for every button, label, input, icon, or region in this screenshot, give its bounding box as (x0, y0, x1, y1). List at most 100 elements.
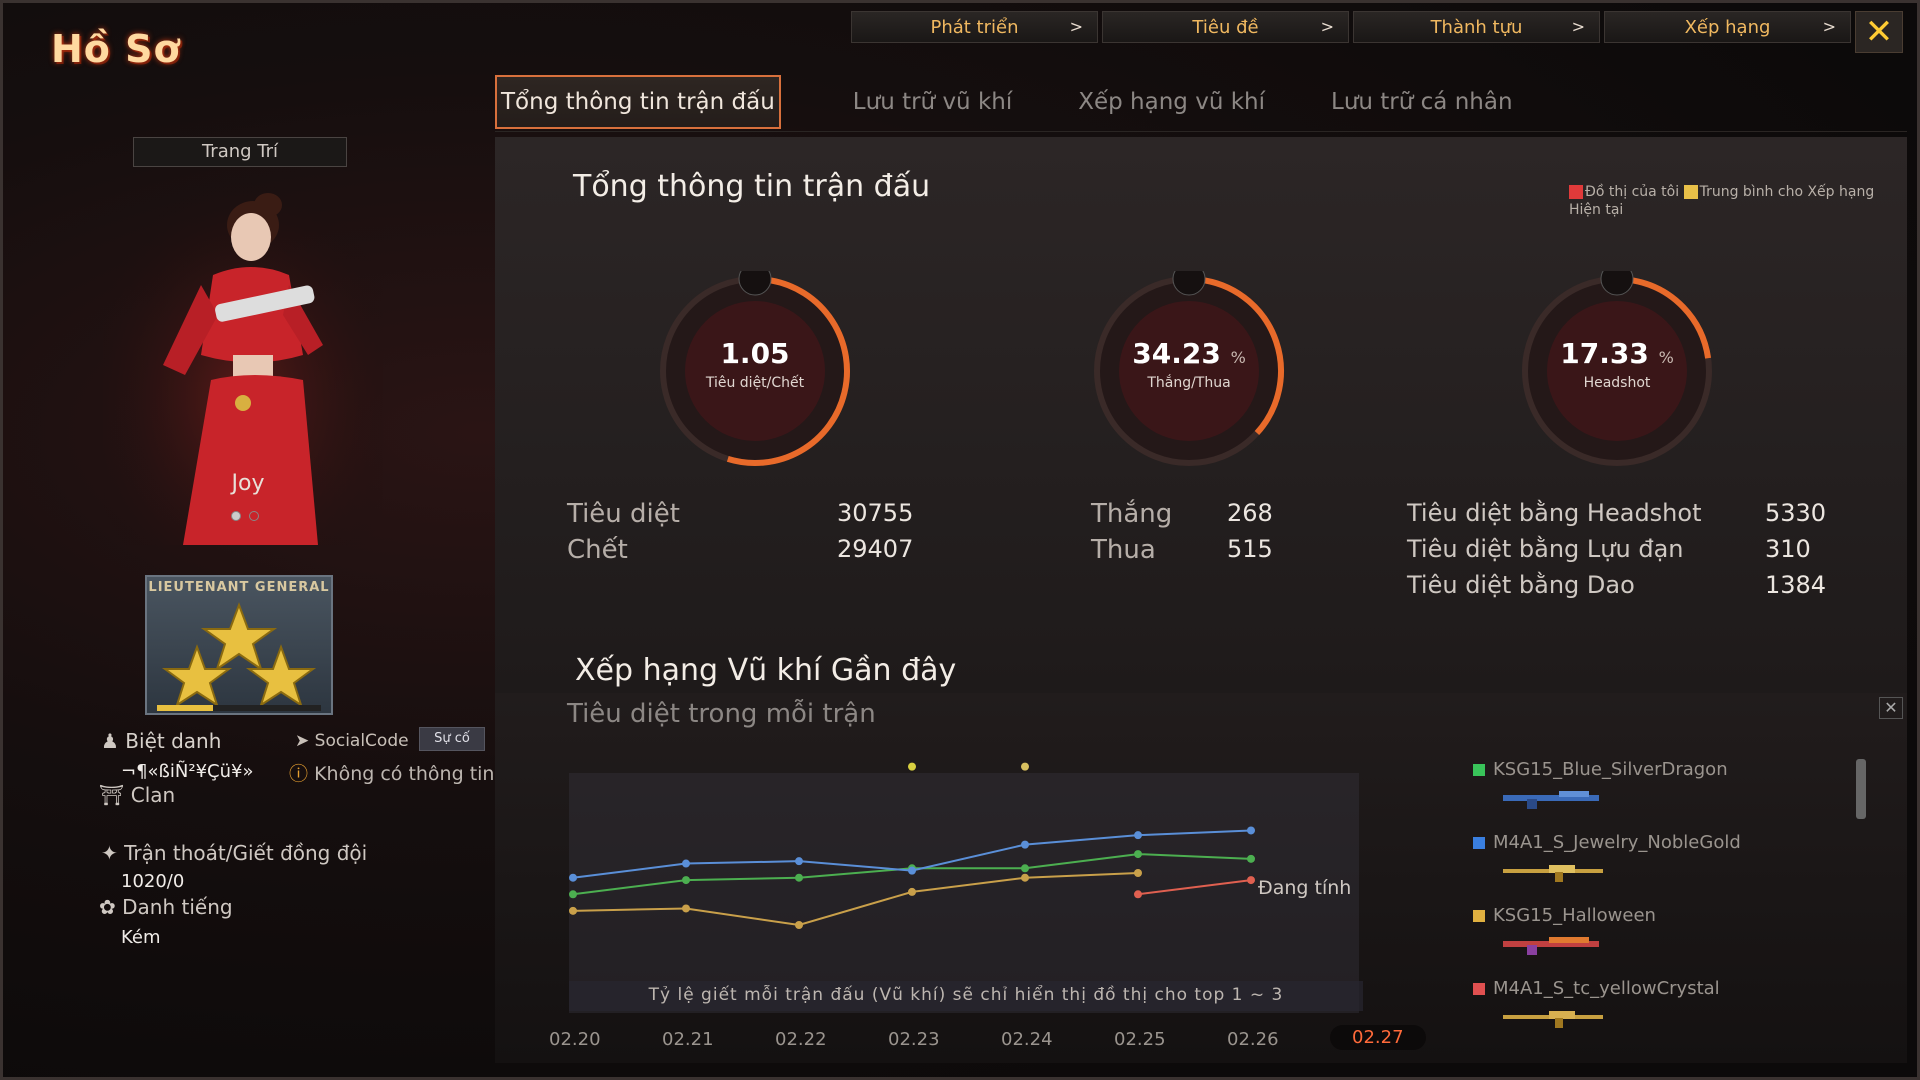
data-point (1021, 873, 1029, 882)
chevron-right-icon: > (1571, 17, 1585, 36)
character-name: Joy (231, 471, 265, 496)
shotgun-icon (1503, 791, 1599, 809)
gauge-value: 34.23 % (1132, 337, 1246, 370)
character-carousel-dots (231, 511, 259, 521)
chart-close-button[interactable]: ✕ (1879, 697, 1903, 719)
rank-stars-icon (157, 602, 321, 711)
data-point (682, 904, 690, 913)
tab-match-overview[interactable]: Tổng thông tin trận đấu (495, 75, 781, 129)
losses-label: Thua (1091, 535, 1156, 565)
gauge-kd: 1.05 Tiêu diệt/Chết (655, 262, 855, 471)
top-nav-title[interactable]: Tiêu đề > (1102, 11, 1349, 43)
legend-swatch-mine (1569, 185, 1583, 199)
tab-personal-archive[interactable]: Lưu trữ cá nhân (1319, 75, 1525, 129)
chevron-right-icon: > (1069, 17, 1083, 36)
data-point (908, 866, 916, 875)
data-point (795, 857, 803, 866)
data-point (569, 890, 577, 899)
weapon-name: M4A1_S_Jewelry_NobleGold (1493, 832, 1741, 853)
x-tick-label: 02.20 (549, 1029, 601, 1050)
nickname-label: Biệt danh (125, 729, 222, 753)
nickname-value: ¬¶«ßiÑ²¥Çü¥» (121, 761, 254, 782)
data-point (1247, 854, 1255, 863)
top-nav-label: Thành tựu (1430, 16, 1523, 38)
top-nav-ranking[interactable]: Xếp hạng > (1604, 11, 1851, 43)
data-point (569, 873, 577, 882)
shotgun-icon (1503, 937, 1599, 955)
reputation-label: Danh tiếng (122, 895, 233, 919)
gauge-ring (1522, 262, 1712, 466)
data-point (1021, 840, 1029, 849)
socialcode-row: ➤ SocialCode (295, 731, 409, 751)
top-nav-label: Xếp hạng (1684, 16, 1771, 38)
reputation-icon: ✿ (99, 895, 116, 919)
weapon-item[interactable]: M4A1_S_Jewelry_NobleGold (1473, 832, 1783, 905)
reputation-row: ✿ Danh tiếng (99, 895, 233, 919)
gauge-label: Tiêu diệt/Chết (705, 375, 805, 391)
gauge-inner (685, 301, 825, 441)
kills-value: 30755 (837, 499, 914, 527)
gauge-label: Thắng/Thua (1147, 375, 1231, 391)
tab-divider (495, 131, 1907, 132)
wins-value: 268 (1227, 499, 1273, 527)
knife-kills-value: 1384 (1765, 571, 1827, 599)
data-point (1247, 826, 1255, 835)
clan-label: Clan (130, 783, 176, 807)
data-point (795, 873, 803, 882)
headshot-kills-label: Tiêu diệt bằng Headshot (1407, 499, 1702, 527)
headshot-kills-value: 5330 (1765, 499, 1827, 527)
carousel-dot[interactable] (249, 511, 259, 521)
chevron-right-icon: > (1320, 17, 1334, 36)
chart-plot-area (569, 773, 1359, 1013)
tag-icon: ➤ (295, 731, 310, 751)
weapon-item[interactable]: KSG15_Blue_SilverDragon (1473, 759, 1783, 832)
top-nav-development[interactable]: Phát triển > (851, 11, 1098, 43)
report-button[interactable]: Sự cố (419, 727, 485, 751)
carousel-dot[interactable] (231, 511, 241, 521)
weapon-list-scrollbar[interactable] (1856, 759, 1866, 819)
top-nav: Phát triển > Tiêu đề > Thành tựu > Xếp hạng… (851, 11, 1851, 43)
weapon-chart-title: Xếp hạng Vũ khí Gần đây (575, 653, 957, 688)
data-point (1247, 876, 1255, 885)
escape-label: Trận thoát/Giết đồng đội (124, 841, 368, 865)
x-tick-label[interactable]: 02.27 (1330, 1025, 1426, 1050)
data-point (1134, 869, 1142, 877)
data-point (795, 921, 803, 929)
gauge-headshot: 17.33 % Headshot (1517, 262, 1717, 471)
weapon-swatch (1473, 763, 1485, 776)
tab-weapon-ranking[interactable]: Xếp hạng vũ khí (1066, 75, 1277, 129)
chevron-right-icon: > (1822, 17, 1836, 36)
deaths-label: Chết (567, 535, 628, 565)
pending-label: Đang tính (1258, 877, 1352, 899)
tab-weapon-archive[interactable]: Lưu trữ vũ khí (841, 75, 1024, 129)
data-point (569, 906, 577, 915)
losses-value: 515 (1227, 535, 1273, 563)
socialcode-label: SocialCode (314, 731, 409, 751)
outlier-point (1021, 762, 1029, 771)
gauge-ring (660, 262, 850, 466)
x-axis-labels: 02.20 02.21 02.22 02.23 02.24 02.25 02.26 02.27 (543, 1021, 1443, 1051)
deaths-value: 29407 (837, 535, 914, 563)
user-icon: ♟ (101, 729, 119, 753)
decor-button[interactable]: Trang Trí (133, 137, 347, 167)
x-tick-label: 02.22 (775, 1029, 827, 1050)
clan-icon: ⛩ (99, 783, 125, 807)
clan-row: ⛩ Clan (99, 783, 175, 807)
top-nav-label: Phát triển (930, 16, 1019, 38)
top-nav-achievements[interactable]: Thành tựu > (1353, 11, 1600, 43)
weapon-item[interactable]: KSG15_Halloween (1473, 905, 1783, 978)
weapon-legend-list: KSG15_Blue_SilverDragon M4A1_S_Jewelry_N… (1473, 759, 1783, 1051)
weapon-item[interactable]: M4A1_S_tc_yellowCrystal (1473, 978, 1783, 1051)
chart-note: Tỷ lệ giết mỗi trận đấu (Vũ khí) sẽ chỉ … (569, 981, 1363, 1011)
top-nav-label: Tiêu đề (1192, 16, 1259, 38)
gauge-value: 17.33 % (1560, 337, 1674, 370)
close-icon: ✕ (1864, 12, 1894, 52)
outlier-point (908, 762, 916, 771)
close-button[interactable]: ✕ (1855, 11, 1903, 53)
x-tick-label: 02.24 (1001, 1029, 1053, 1050)
weapon-name: KSG15_Blue_SilverDragon (1493, 759, 1728, 780)
data-point (1134, 831, 1142, 840)
data-point (1021, 864, 1029, 873)
data-point (682, 876, 690, 885)
rank-badge: LIEUTENANT GENERAL (145, 575, 333, 715)
